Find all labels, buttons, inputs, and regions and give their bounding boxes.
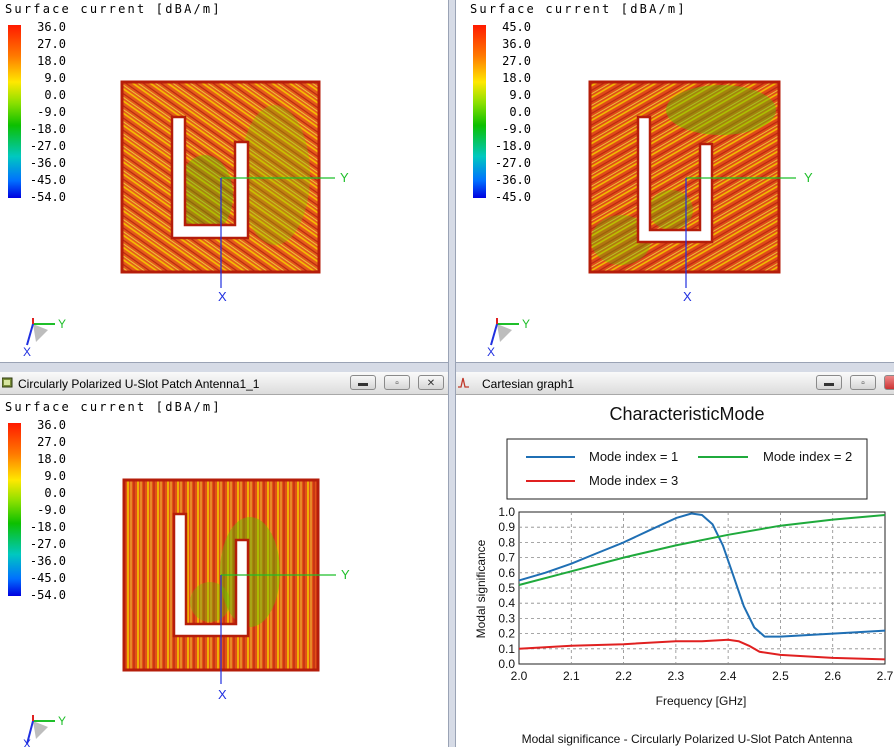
antenna-surface-plot: Y X Y X [23, 478, 350, 747]
x-axis-label: Frequency [GHz] [656, 694, 747, 708]
axis-y-label: Y [341, 567, 350, 582]
x-tick-label: 2.1 [563, 669, 580, 683]
x-tick-label: 2.3 [668, 669, 685, 683]
orientation-triad: Y X [487, 317, 530, 359]
modal-significance-chart: CharacteristicMode Mode index = 1 Mode i… [474, 404, 894, 746]
chart-legend: Mode index = 1 Mode index = 2 Mode index… [506, 438, 868, 500]
axis-x-label: X [218, 687, 227, 702]
triad-y-label: Y [58, 714, 66, 728]
field-plot-top-right[interactable]: Surface current [dBA/m] 45.0 36.0 27.0 1… [456, 0, 894, 362]
window-title: Cartesian graph1 [482, 377, 575, 391]
triad-y-label: Y [58, 317, 66, 331]
antenna-surface-plot: Y X Y X [487, 80, 813, 359]
chart-caption: Modal significance - Circularly Polarize… [522, 732, 853, 746]
field-plot-top-left[interactable]: Surface current [dBA/m] 36.0 27.0 18.0 9… [0, 0, 448, 362]
axis-x-label: X [218, 289, 227, 304]
vertical-splitter[interactable] [448, 0, 456, 747]
axis-y-label: Y [340, 170, 349, 185]
horizontal-splitter-right[interactable] [456, 362, 894, 372]
x-tick-label: 2.4 [720, 669, 737, 683]
legend-label-mode-2: Mode index = 2 [763, 449, 852, 464]
triad-x-label: X [23, 345, 31, 359]
graph-icon [458, 377, 469, 388]
y-tick-label: 0.7 [498, 551, 515, 565]
orientation-triad: Y X [23, 714, 66, 747]
triad-y-label: Y [522, 317, 530, 331]
close-button[interactable]: ✕ [884, 375, 894, 390]
x-tick-label: 2.6 [824, 669, 841, 683]
y-tick-label: 0.6 [498, 566, 515, 580]
triad-x-label: X [23, 737, 31, 747]
orientation-triad: Y X [23, 317, 66, 359]
y-tick-label: 0.9 [498, 520, 515, 534]
x-tick-label: 2.2 [615, 669, 632, 683]
x-tick-label: 2.5 [772, 669, 789, 683]
legend-label-mode-3: Mode index = 3 [589, 473, 678, 488]
x-tick-label: 2.7 [877, 669, 894, 683]
graph-window[interactable]: Cartesian graph1 ▬ ▫ ✕ CharacteristicMod… [456, 372, 894, 747]
axis-x-label: X [683, 289, 692, 304]
y-tick-label: 0.5 [498, 581, 515, 595]
y-tick-label: 0.4 [498, 596, 515, 610]
window-titlebar[interactable]: Cartesian graph1 ▬ ▫ ✕ [456, 372, 894, 395]
antenna-surface-plot: Y X Y X [23, 80, 349, 359]
maximize-button[interactable]: ▫ [850, 375, 876, 390]
x-tick-label: 2.0 [511, 669, 528, 683]
y-tick-label: 0.8 [498, 535, 515, 549]
triad-x-label: X [487, 345, 495, 359]
chart-title: CharacteristicMode [609, 404, 764, 424]
y-axis-label: Modal significance [474, 539, 488, 638]
y-tick-label: 1.0 [498, 505, 515, 519]
axis-y-label: Y [804, 170, 813, 185]
field-window-bottom-left[interactable]: Circularly Polarized U-Slot Patch Antenn… [0, 372, 448, 747]
horizontal-splitter-left[interactable] [0, 362, 448, 372]
y-tick-label: 0.2 [498, 627, 515, 641]
y-tick-label: 0.3 [498, 611, 515, 625]
y-tick-label: 0.1 [498, 642, 515, 656]
legend-label-mode-1: Mode index = 1 [589, 449, 678, 464]
minimize-button[interactable]: ▬ [816, 375, 842, 390]
